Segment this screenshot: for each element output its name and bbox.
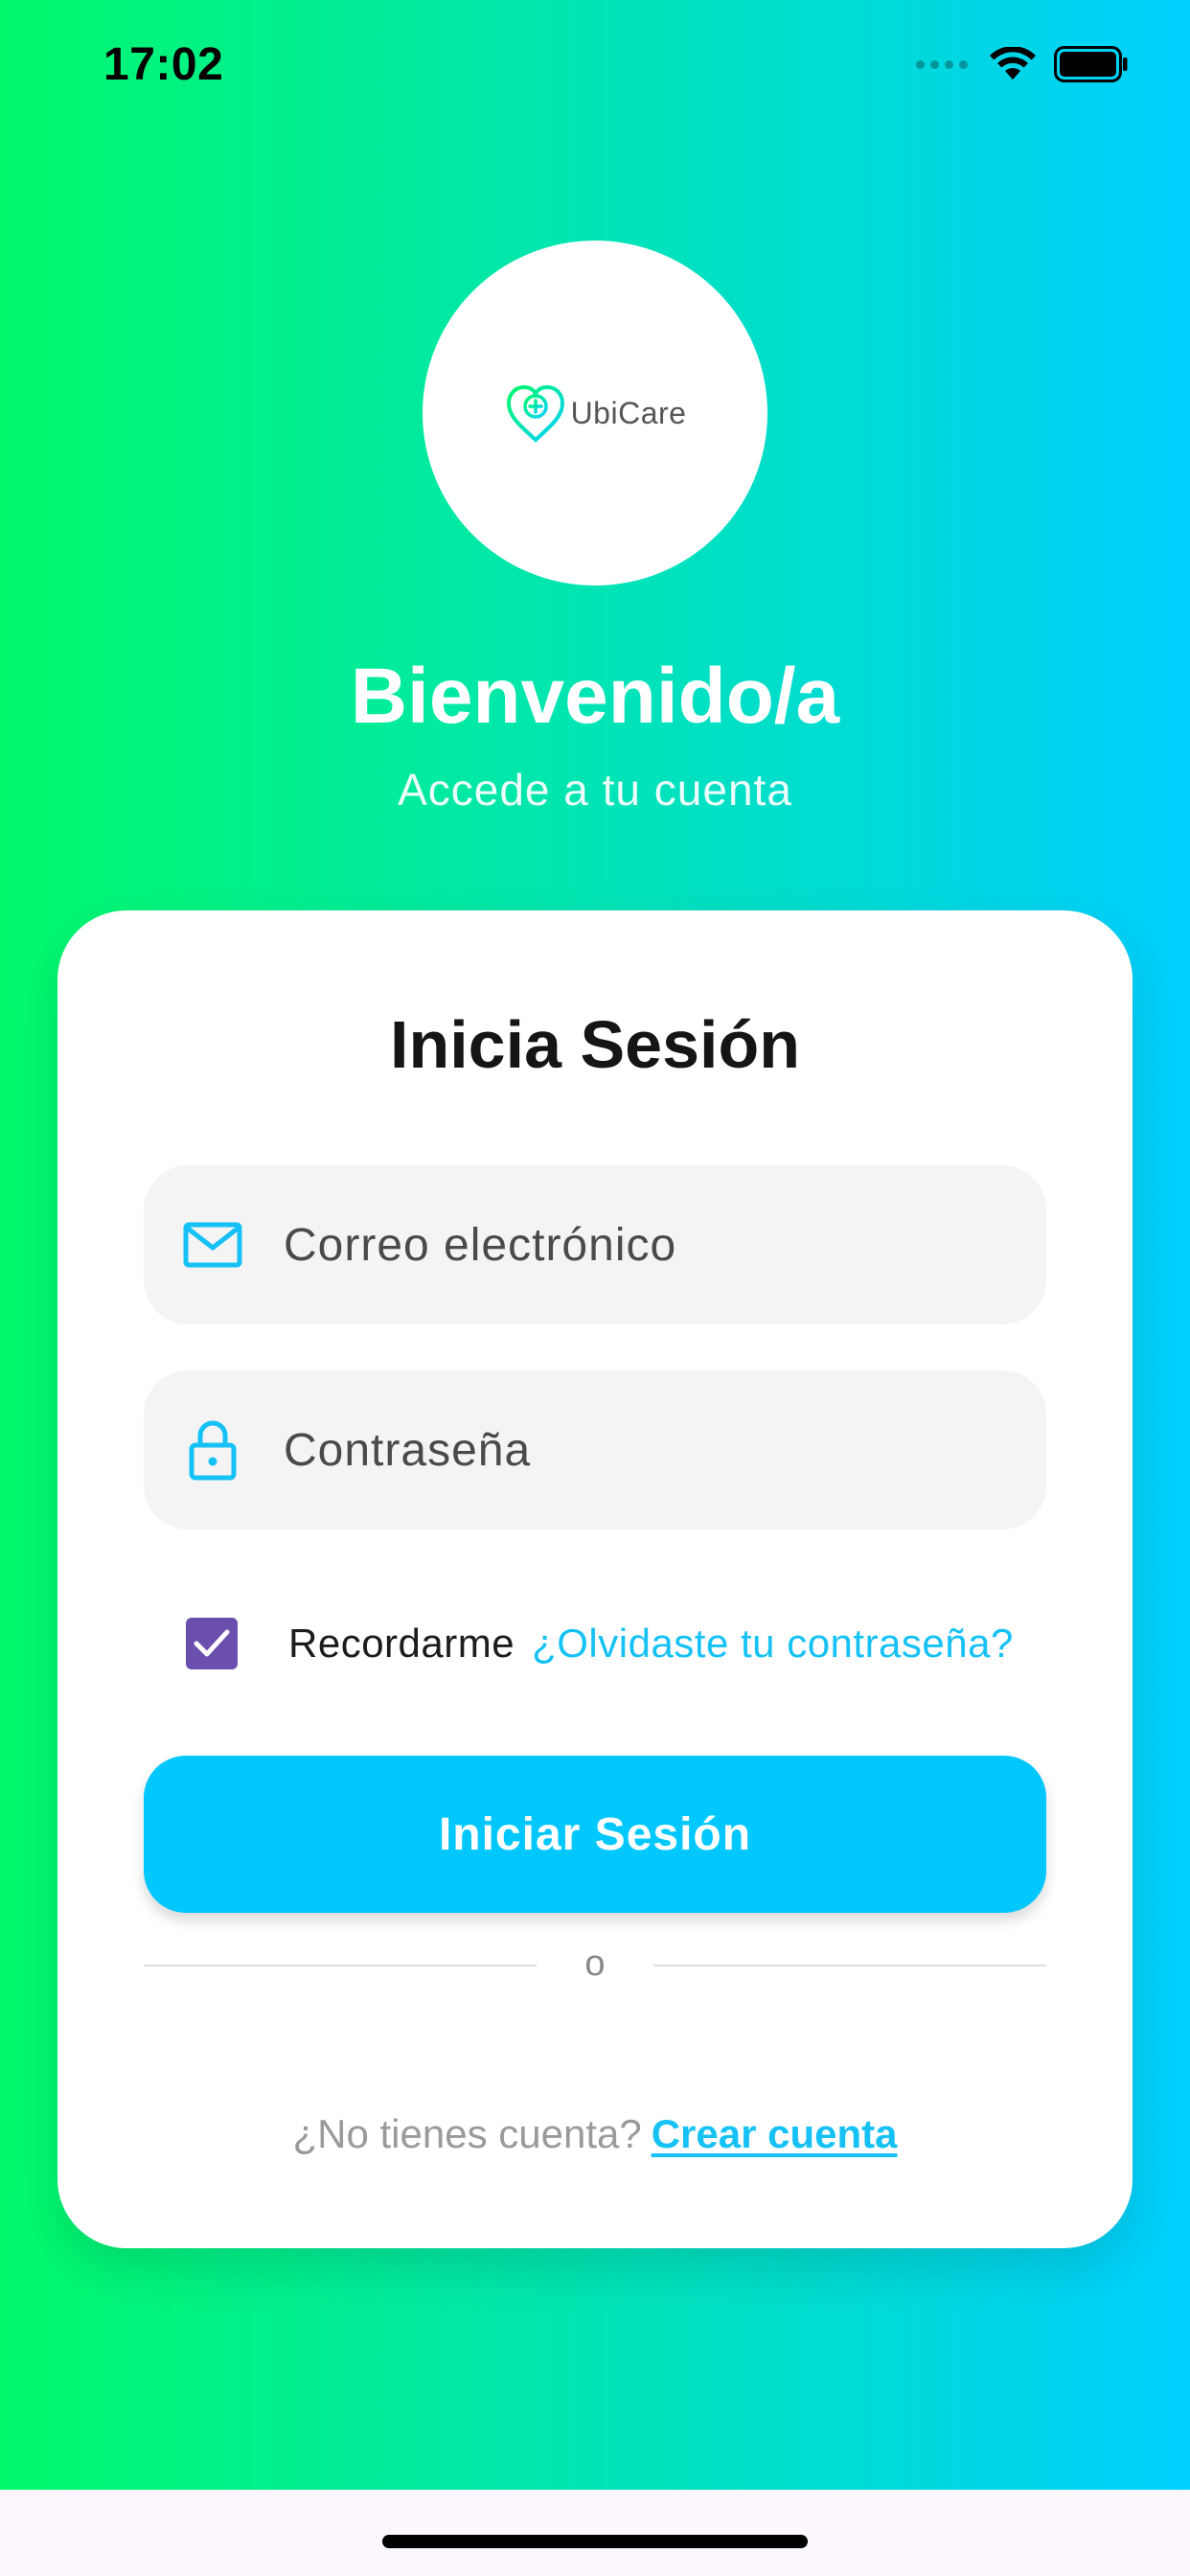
forgot-password-link[interactable]: ¿Olvidaste tu contraseña? xyxy=(532,1621,1014,1667)
bottom-safe-area xyxy=(0,2490,1190,2576)
battery-icon xyxy=(1054,46,1128,82)
wifi-icon xyxy=(990,47,1036,80)
login-card: Inicia Sesión Correo electrónico Recorda… xyxy=(57,910,1133,2248)
card-title: Inicia Sesión xyxy=(390,1007,800,1082)
app-logo: UbiCare xyxy=(423,241,767,586)
password-field[interactable] xyxy=(144,1370,1046,1530)
mail-icon xyxy=(182,1214,243,1276)
welcome-subtitle: Accede a tu cuenta xyxy=(398,765,792,815)
divider-line-right xyxy=(653,1965,1046,1966)
checkmark-icon xyxy=(194,1629,230,1657)
signup-prompt: ¿No tienes cuenta? xyxy=(292,2111,642,2156)
remember-row: Recordarme ¿Olvidaste tu contraseña? xyxy=(186,1615,1048,1672)
remember-checkbox[interactable] xyxy=(186,1618,238,1669)
welcome-title: Bienvenido/a xyxy=(350,653,840,740)
create-account-link[interactable]: Crear cuenta xyxy=(652,2111,898,2156)
status-time: 17:02 xyxy=(103,39,224,90)
lock-icon xyxy=(182,1419,243,1481)
heart-location-icon xyxy=(506,384,564,443)
brand-name: UbiCare xyxy=(570,395,687,430)
login-screen: 17:02 UbiCare Bienvenido/a Accede a tu c… xyxy=(0,0,1190,2490)
home-indicator[interactable] xyxy=(382,2535,808,2548)
email-input[interactable] xyxy=(284,1165,1012,1324)
status-icons xyxy=(916,46,1129,82)
email-field[interactable] xyxy=(144,1165,1046,1324)
login-button[interactable]: Iniciar Sesión xyxy=(144,1756,1046,1913)
signup-row: ¿No tienes cuenta? Crear cuenta xyxy=(57,2111,1133,2157)
signal-icon xyxy=(916,59,968,69)
password-input[interactable] xyxy=(284,1370,1012,1530)
remember-label[interactable]: Recordarme xyxy=(288,1621,515,1667)
divider: o xyxy=(144,1936,1046,1993)
